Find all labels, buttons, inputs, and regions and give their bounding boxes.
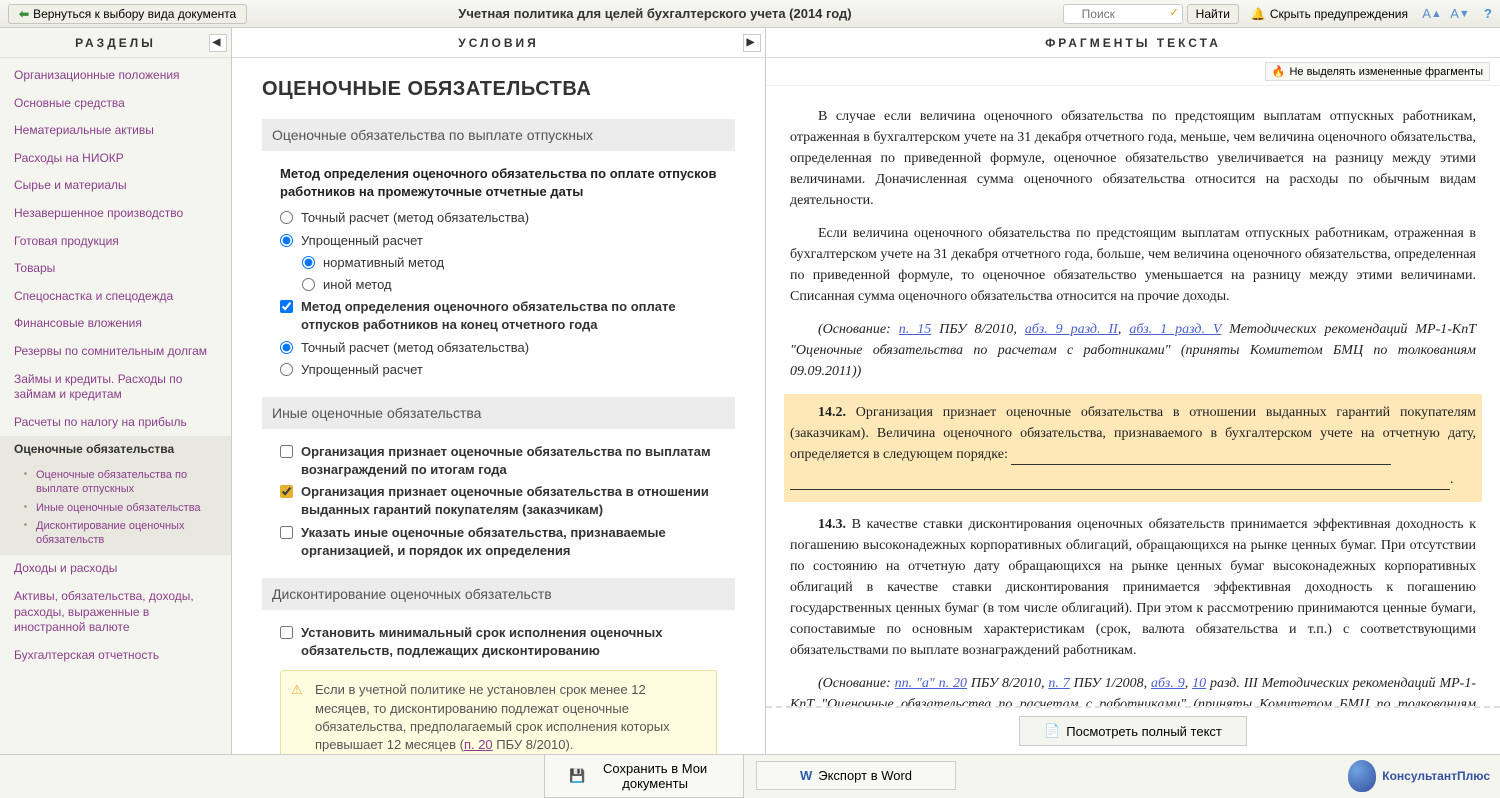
sidebar-list: Организационные положения Основные средс… [0,58,231,673]
hide-warnings-button[interactable]: 🔔 Скрыть предупреждения [1243,5,1416,23]
note-link[interactable]: п. 20 [464,737,493,752]
sidebar-column: РАЗДЕЛЫ ◀ Организационные положения Осно… [0,28,232,754]
ref-link[interactable]: абз. 1 разд. V [1129,322,1221,337]
main-area: РАЗДЕЛЫ ◀ Организационные положения Осно… [0,28,1500,754]
conditions-column: УСЛОВИЯ ▶ ОЦЕНОЧНЫЕ ОБЯЗАТЕЛЬСТВА Оценоч… [232,28,766,754]
ref-link[interactable]: пп. "а" п. 20 [895,676,967,691]
sidebar-subitem[interactable]: Оценочные обязательства по выплате отпус… [24,466,231,499]
radio-simplified-2[interactable]: Упрощенный расчет [280,361,735,379]
no-highlight-button[interactable]: 🔥 Не выделять измененные фрагменты [1265,62,1490,81]
sidebar-item[interactable]: Займы и кредиты. Расходы по займам и кре… [0,366,231,409]
section-head-vacation: Оценочные обязательства по выплате отпус… [262,119,735,151]
paragraph-14-2: 14.2. Организация признает оценочные обя… [790,402,1476,465]
sidebar-item[interactable]: Финансовые вложения [0,310,231,338]
font-decrease-icon[interactable]: A▼ [1450,4,1470,24]
radio-simplified-1[interactable]: Упрощенный расчет [280,232,735,250]
search-box [1063,4,1183,24]
question-method-interim: Метод определения оценочного обязательст… [280,165,735,201]
document-title: Учетная политика для целей бухгалтерског… [247,6,1062,21]
radio-other-method[interactable]: иной метод [302,276,735,294]
export-word-button[interactable]: W Экспорт в Word [756,761,956,790]
top-bar: ⬅ Вернуться к выбору вида документа Учет… [0,0,1500,28]
fragments-body: В случае если величина оценочного обязат… [766,86,1500,706]
sidebar-subitem[interactable]: Дисконтирование оценочных обязательств [24,517,231,550]
conditions-title: ОЦЕНОЧНЫЕ ОБЯЗАТЕЛЬСТВА [262,78,735,101]
check-warranty[interactable]: Организация признает оценочные обязатель… [280,483,735,519]
sidebar-item[interactable]: Нематериальные активы [0,117,231,145]
sidebar-item[interactable]: Резервы по сомнительным долгам [0,338,231,366]
sidebar-item[interactable]: Расчеты по налогу на прибыль [0,409,231,437]
search-area: Найти 🔔 Скрыть предупреждения A▲ A▼ ? [1063,4,1500,24]
word-icon: W [800,768,812,783]
find-button[interactable]: Найти [1187,4,1239,24]
check-annual-rewards[interactable]: Организация признает оценочные обязатель… [280,443,735,479]
ref-link[interactable]: абз. 9 разд. II [1025,322,1118,337]
search-input[interactable] [1063,4,1183,24]
conditions-content: ОЦЕНОЧНЫЕ ОБЯЗАТЕЛЬСТВА Оценочные обязат… [232,58,765,754]
sidebar-item[interactable]: Расходы на НИОКР [0,145,231,173]
save-icon: 💾 [569,768,585,784]
ref-link[interactable]: п. 7 [1048,676,1069,691]
sidebar-item[interactable]: Бухгалтерская отчетность [0,642,231,670]
section-head-discount: Дисконтирование оценочных обязательств [262,578,735,610]
sidebar-item[interactable]: Доходы и расходы [0,555,231,583]
paragraph: В случае если величина оценочного обязат… [790,106,1476,211]
sidebar-subitems: Оценочные обязательства по выплате отпус… [0,464,231,555]
check-min-term[interactable]: Установить минимальный срок исполнения о… [280,624,735,660]
fragments-toolbar: 🔥 Не выделять измененные фрагменты [766,58,1500,86]
fire-icon: 🔥 [1272,65,1286,78]
section-head-other: Иные оценочные обязательства [262,397,735,429]
fragments-footer: 📄 Посмотреть полный текст [766,706,1500,754]
sidebar-item[interactable]: Организационные положения [0,62,231,90]
sidebar-item-active[interactable]: Оценочные обязательства [0,436,231,464]
paragraph: Если величина оценочного обязательства п… [790,223,1476,307]
sidebar-item[interactable]: Активы, обязательства, доходы, расходы, … [0,583,231,642]
ref-link[interactable]: 10 [1192,676,1206,691]
sidebar-header: РАЗДЕЛЫ ◀ [0,28,231,58]
sidebar-item[interactable]: Основные средства [0,90,231,118]
sidebar-item[interactable]: Готовая продукция [0,228,231,256]
radio-normative[interactable]: нормативный метод [302,254,735,272]
sidebar-collapse-icon[interactable]: ◀ [209,34,227,52]
warning-icon: 🔔 [1251,7,1266,21]
brand-logo: КонсультантПлюс [1348,760,1490,792]
radio-exact-1[interactable]: Точный расчет (метод обязательства) [280,209,735,227]
save-button[interactable]: 💾 Сохранить в Мои документы [544,754,744,798]
bottom-bar: 💾 Сохранить в Мои документы W Экспорт в … [0,754,1500,796]
conditions-header: УСЛОВИЯ ▶ [232,28,765,58]
fragments-header: ФРАГМЕНТЫ ТЕКСТА [766,28,1500,58]
full-text-button[interactable]: 📄 Посмотреть полный текст [1019,716,1247,746]
basis-text: (Основание: п. 15 ПБУ 8/2010, абз. 9 раз… [790,319,1476,382]
help-icon[interactable]: ? [1478,4,1498,24]
brand-icon [1348,760,1376,792]
font-increase-icon[interactable]: A▲ [1422,4,1442,24]
back-label: Вернуться к выбору вида документа [33,7,236,21]
ref-link[interactable]: абз. 9 [1151,676,1185,691]
sidebar-item[interactable]: Сырье и материалы [0,172,231,200]
check-other-liabilities[interactable]: Указать иные оценочные обязательства, пр… [280,524,735,560]
sidebar-subitem[interactable]: Иные оценочные обязательства [24,499,231,517]
sidebar-item[interactable]: Товары [0,255,231,283]
back-button[interactable]: ⬅ Вернуться к выбору вида документа [8,4,247,24]
radio-exact-2[interactable]: Точный расчет (метод обязательства) [280,339,735,357]
back-arrow-icon: ⬅ [19,7,29,21]
conditions-expand-icon[interactable]: ▶ [743,34,761,52]
sidebar-item[interactable]: Незавершенное производство [0,200,231,228]
check-method-year-end[interactable]: Метод определения оценочного обязательст… [280,298,735,334]
basis-text: (Основание: пп. "а" п. 20 ПБУ 8/2010, п.… [790,673,1476,706]
document-icon: 📄 [1044,723,1060,739]
ref-link[interactable]: п. 15 [899,322,932,337]
sidebar-item[interactable]: Спецоснастка и спецодежда [0,283,231,311]
warning-note: Если в учетной политике не установлен ср… [280,670,717,754]
paragraph-14-3: 14.3. В качестве ставки дисконтирования … [790,514,1476,661]
highlighted-block: 14.2. Организация признает оценочные обя… [784,394,1482,502]
fragments-column: ФРАГМЕНТЫ ТЕКСТА 🔥 Не выделять измененны… [766,28,1500,754]
